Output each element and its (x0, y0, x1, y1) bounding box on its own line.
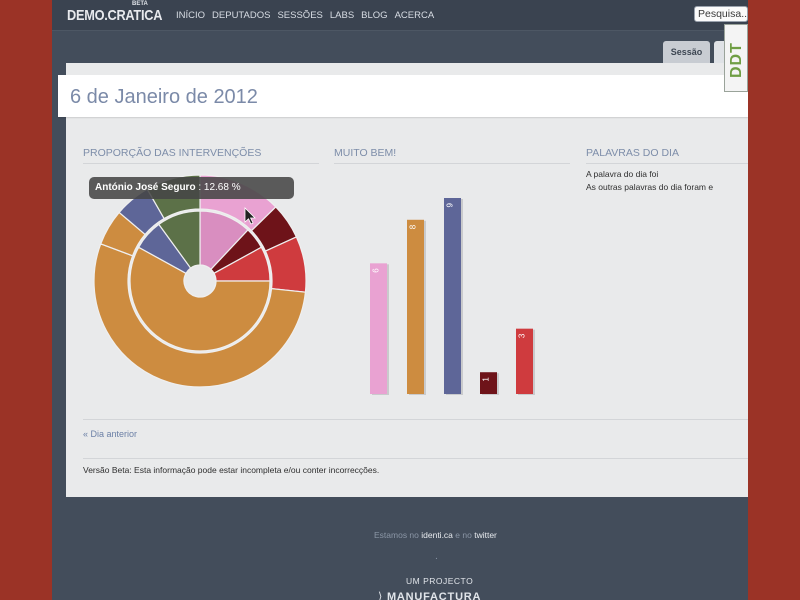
bar-value-label-2: 9 (446, 202, 455, 207)
tooltip-name: António José Seguro (95, 182, 196, 193)
footer-text-prefix: Estamos no (374, 530, 422, 540)
bar-value-label-4: 3 (518, 333, 527, 338)
footer-text-mid: e no (452, 530, 475, 540)
bar-0[interactable] (370, 263, 387, 394)
footer-manufactura-logo[interactable]: ⟩ MANUFACTURA (378, 590, 481, 600)
muito-bem-bar-chart[interactable]: 6 8 9 1 3 (370, 198, 535, 395)
charts-layer: 6 8 9 1 3 (93, 174, 535, 395)
intervention-proportion-pie[interactable] (93, 174, 307, 388)
manufactura-arrow-icon: ⟩ (378, 591, 384, 600)
manufactura-label: MANUFACTURA (386, 591, 482, 600)
ddt-label: DDT (728, 42, 745, 78)
pie-tooltip: António José Seguro : 12.68 % (89, 177, 294, 199)
bar-value-label-1: 8 (409, 224, 418, 229)
bar-1[interactable] (407, 219, 424, 394)
bar-3[interactable] (480, 372, 497, 394)
identica-link[interactable]: identi.ca (421, 530, 453, 540)
footer-project-label: UM PROJECTO (406, 576, 474, 586)
tooltip-value: : 12.68 % (198, 182, 241, 193)
bar-value-label-3: 1 (482, 377, 491, 382)
bar-2[interactable] (444, 198, 461, 394)
footer-dot: . (435, 552, 438, 562)
footer-social-text: Estamos no identi.ca e no twitter (374, 530, 497, 540)
twitter-link[interactable]: twitter (474, 530, 497, 540)
browser-viewport: DEMO.CRATICA BETA INÍCIO DEPUTADOS SESSÕ… (52, 0, 748, 600)
bar-value-label-0: 6 (372, 268, 381, 273)
ddt-badge-logo[interactable]: DDT (724, 24, 748, 92)
